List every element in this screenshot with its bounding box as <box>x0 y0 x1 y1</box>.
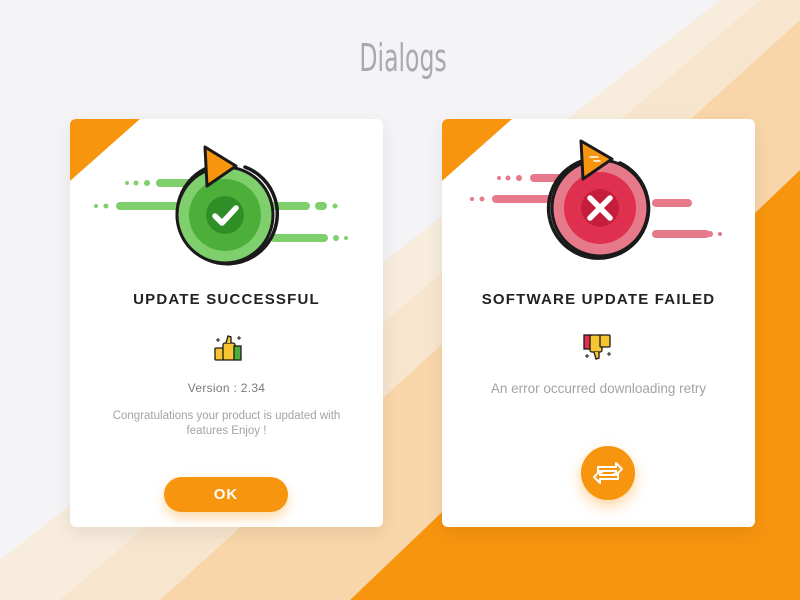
retry-arrows-icon <box>593 462 623 484</box>
dialogs-showcase: Dialogs UPDATE SUCCESSFUL Version: 2.34… <box>0 0 800 600</box>
ok-button[interactable]: OK <box>164 477 288 512</box>
thumbs-up-icon <box>214 335 242 361</box>
update-successful-dialog: UPDATE SUCCESSFUL Version : 2.34 Congrat… <box>70 119 383 527</box>
success-illustration <box>94 145 348 266</box>
version-label: Version : 2.34 <box>187 381 266 395</box>
failed-illustration <box>470 139 722 260</box>
software-update-failed-dialog: SOFTWARE UPDATE FAILED An error occurred… <box>442 119 755 527</box>
retry-button[interactable] <box>581 446 635 500</box>
dialog-title: UPDATE SUCCESSFUL <box>133 291 320 308</box>
page-title: Dialogs <box>359 36 447 80</box>
check-icon-bg <box>206 196 244 234</box>
dialog-title: SOFTWARE UPDATE FAILED <box>481 291 716 308</box>
error-message: An error occurred downloading retry <box>490 381 707 396</box>
success-message: Congratulations your product is updated … <box>112 410 341 437</box>
thumbs-down-icon <box>583 334 611 360</box>
